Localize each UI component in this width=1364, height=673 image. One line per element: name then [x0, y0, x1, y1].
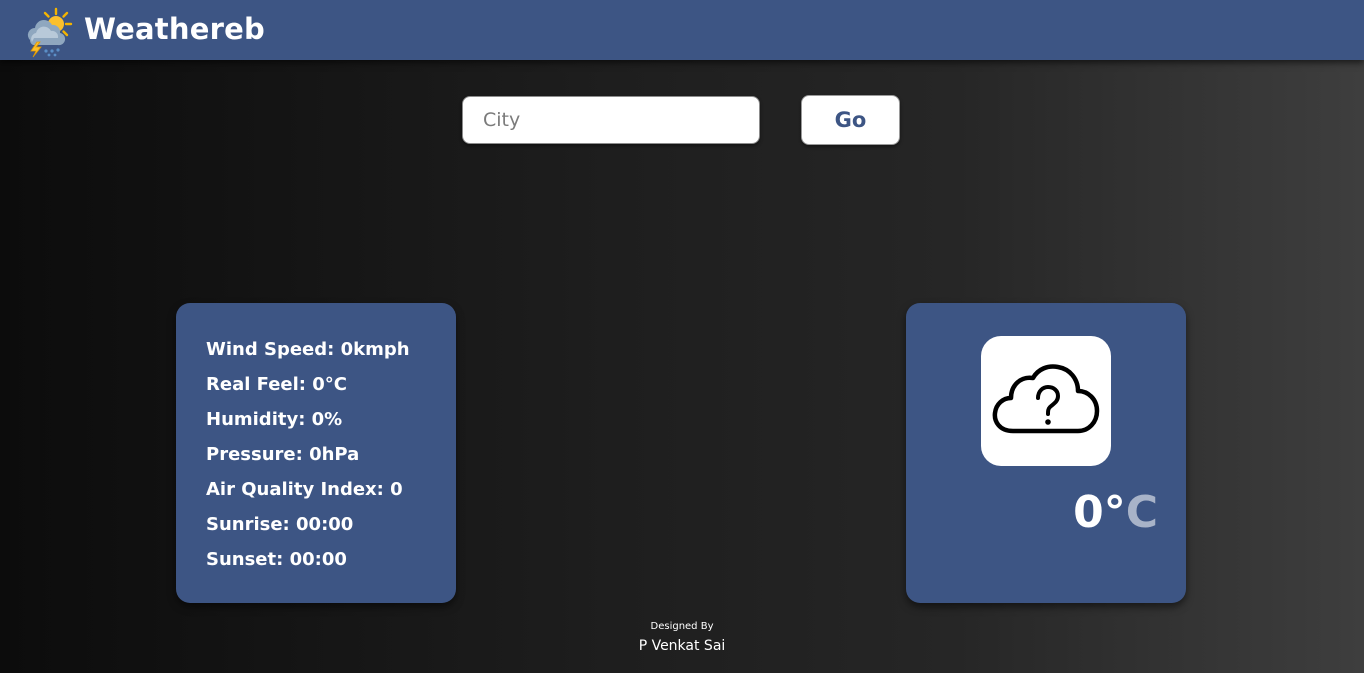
humidity-text: Humidity: 0% — [206, 409, 343, 430]
air-quality-text: Air Quality Index: 0 — [206, 479, 403, 500]
current-weather-card: 0°C — [906, 303, 1186, 603]
temperature-display: 0°C — [1073, 487, 1158, 538]
details-list: Wind Speed: 0kmph Real Feel: 0°C Humidit… — [206, 337, 410, 582]
pressure-text: Pressure: 0hPa — [206, 444, 360, 465]
brand-title: Weathereb — [84, 12, 265, 46]
top-navbar: Weathereb — [0, 0, 1364, 60]
weather-storm-sun-icon — [22, 6, 74, 58]
sunrise-text: Sunrise: 00:00 — [206, 514, 354, 535]
cloud-question-icon — [991, 363, 1101, 439]
real-feel-text: Real Feel: 0°C — [206, 374, 348, 395]
footer: Designed By P Venkat Sai — [0, 620, 1364, 655]
wind-speed-text: Wind Speed: 0kmph — [206, 339, 410, 360]
temperature-value: 0° — [1073, 487, 1126, 538]
go-button[interactable]: Go — [801, 95, 900, 145]
temperature-unit: C — [1125, 487, 1158, 538]
designed-by-label: Designed By — [650, 621, 714, 632]
weather-icon-tile — [981, 336, 1111, 466]
author-name: P Venkat Sai — [638, 638, 726, 654]
city-search-input[interactable] — [462, 96, 760, 144]
weather-details-card: Wind Speed: 0kmph Real Feel: 0°C Humidit… — [176, 303, 456, 603]
sunset-text: Sunset: 00:00 — [206, 549, 347, 570]
